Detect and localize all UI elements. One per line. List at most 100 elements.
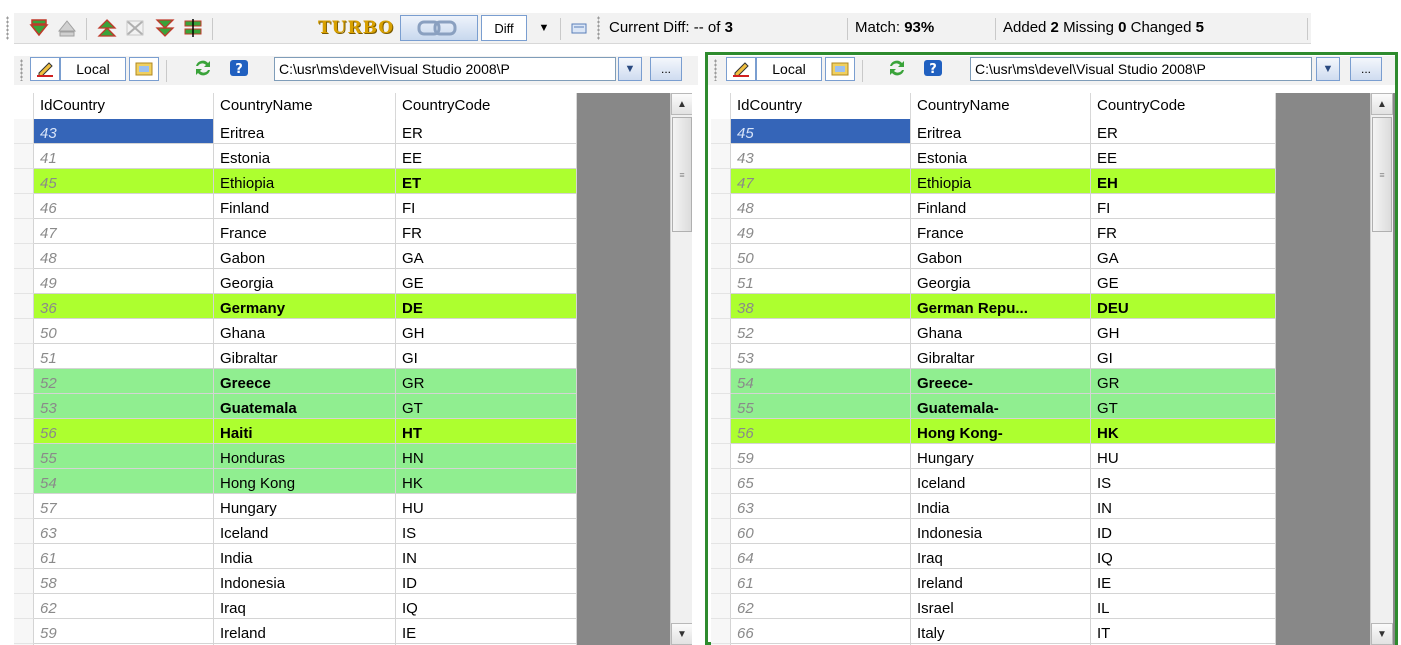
left-browse-button[interactable]: ...	[650, 57, 682, 81]
cell-id[interactable]: 57	[34, 494, 214, 519]
cell-code[interactable]: HU	[396, 494, 577, 519]
cell-name[interactable]: Gabon	[911, 244, 1091, 269]
cell-code[interactable]: HN	[396, 444, 577, 469]
table-row[interactable]: 54 Hong Kong HK	[14, 469, 577, 494]
prev-diff-icon[interactable]	[54, 17, 80, 39]
table-row[interactable]: 55 Guatemala- GT	[711, 394, 1276, 419]
row-header[interactable]	[711, 519, 731, 544]
table-row[interactable]: 63 Iceland IS	[14, 519, 577, 544]
cell-code[interactable]: IE	[1091, 569, 1276, 594]
cell-id[interactable]: 53	[731, 344, 911, 369]
cell-id[interactable]: 43	[34, 119, 214, 144]
cell-code[interactable]: GR	[1091, 369, 1276, 394]
cell-id[interactable]: 63	[34, 519, 214, 544]
cell-name[interactable]: Eritrea	[911, 119, 1091, 144]
left-folder-button[interactable]	[129, 57, 159, 81]
cell-code[interactable]: IQ	[396, 594, 577, 619]
row-header[interactable]	[711, 319, 731, 344]
left-pane-grip[interactable]	[20, 59, 23, 81]
left-path-field[interactable]: C:\usr\ms\devel\Visual Studio 2008\P	[274, 57, 616, 81]
scroll-down-icon[interactable]: ▼	[1371, 623, 1393, 645]
row-header[interactable]	[711, 194, 731, 219]
row-header[interactable]	[711, 369, 731, 394]
cell-name[interactable]: Iraq	[911, 544, 1091, 569]
cell-code[interactable]: IS	[1091, 469, 1276, 494]
row-header[interactable]	[14, 519, 34, 544]
cell-id[interactable]: 45	[731, 119, 911, 144]
row-header[interactable]	[14, 469, 34, 494]
cell-code[interactable]: GR	[396, 369, 577, 394]
table-row[interactable]: 46 Finland FI	[14, 194, 577, 219]
last-diff-icon[interactable]	[122, 17, 148, 39]
cell-name[interactable]: Germany	[214, 294, 396, 319]
table-row[interactable]: 60 Indonesia ID	[711, 519, 1276, 544]
cell-id[interactable]: 49	[731, 219, 911, 244]
cell-code[interactable]: IS	[396, 519, 577, 544]
column-header-countryname[interactable]: CountryName	[214, 93, 396, 119]
cell-name[interactable]: Hong Kong-	[911, 419, 1091, 444]
table-row[interactable]: 55 Honduras HN	[14, 444, 577, 469]
row-header[interactable]	[711, 344, 731, 369]
row-header[interactable]	[14, 169, 34, 194]
link-panes-button[interactable]	[400, 15, 478, 41]
cell-id[interactable]: 49	[34, 269, 214, 294]
cell-code[interactable]: IE	[396, 619, 577, 644]
row-header[interactable]	[711, 594, 731, 619]
row-header[interactable]	[711, 494, 731, 519]
cell-code[interactable]: FR	[396, 219, 577, 244]
cell-id[interactable]: 50	[34, 319, 214, 344]
cell-code[interactable]: ER	[1091, 119, 1276, 144]
table-row[interactable]: 63 India IN	[711, 494, 1276, 519]
table-row[interactable]: 50 Gabon GA	[711, 244, 1276, 269]
cell-code[interactable]: HT	[396, 419, 577, 444]
scroll-thumb[interactable]: ≡	[1372, 117, 1392, 232]
cell-code[interactable]: EE	[1091, 144, 1276, 169]
row-header[interactable]	[14, 569, 34, 594]
table-row[interactable]: 56 Hong Kong- HK	[711, 419, 1276, 444]
cell-name[interactable]: Haiti	[214, 419, 396, 444]
row-header[interactable]	[711, 269, 731, 294]
cell-id[interactable]: 59	[731, 444, 911, 469]
cell-id[interactable]: 48	[34, 244, 214, 269]
cell-id[interactable]: 51	[34, 344, 214, 369]
table-row[interactable]: 47 France FR	[14, 219, 577, 244]
table-row[interactable]: 57 Hungary HU	[14, 494, 577, 519]
cell-id[interactable]: 36	[34, 294, 214, 319]
row-header[interactable]	[14, 319, 34, 344]
cell-code[interactable]: EE	[396, 144, 577, 169]
cell-name[interactable]: Estonia	[214, 144, 396, 169]
cell-code[interactable]: GH	[396, 319, 577, 344]
cell-id[interactable]: 55	[731, 394, 911, 419]
cell-name[interactable]: Hungary	[911, 444, 1091, 469]
column-header-countrycode[interactable]: CountryCode	[1091, 93, 1276, 119]
cell-name[interactable]: Indonesia	[214, 569, 396, 594]
cell-name[interactable]: India	[911, 494, 1091, 519]
cell-name[interactable]: Ireland	[214, 619, 396, 644]
cell-id[interactable]: 54	[34, 469, 214, 494]
left-path-dropdown[interactable]: ▼	[618, 57, 642, 81]
cell-id[interactable]: 62	[34, 594, 214, 619]
table-row[interactable]: 51 Georgia GE	[711, 269, 1276, 294]
cell-id[interactable]: 50	[731, 244, 911, 269]
cell-id[interactable]: 56	[34, 419, 214, 444]
turbo-button[interactable]: TURBO	[318, 17, 393, 39]
cell-code[interactable]: GA	[1091, 244, 1276, 269]
cell-code[interactable]: GE	[396, 269, 577, 294]
cell-code[interactable]: IN	[1091, 494, 1276, 519]
next-change-icon[interactable]	[152, 17, 178, 39]
cell-name[interactable]: Finland	[214, 194, 396, 219]
cell-code[interactable]: DE	[396, 294, 577, 319]
cell-name[interactable]: Iceland	[214, 519, 396, 544]
cell-id[interactable]: 65	[731, 469, 911, 494]
cell-id[interactable]: 58	[34, 569, 214, 594]
cell-code[interactable]: GH	[1091, 319, 1276, 344]
row-header[interactable]	[711, 144, 731, 169]
cell-name[interactable]: Iraq	[214, 594, 396, 619]
cell-id[interactable]: 46	[34, 194, 214, 219]
table-row[interactable]: 59 Ireland IE	[14, 619, 577, 644]
cell-code[interactable]: IL	[1091, 594, 1276, 619]
left-edit-button[interactable]	[30, 57, 60, 81]
cell-code[interactable]: GI	[1091, 344, 1276, 369]
row-header[interactable]	[14, 269, 34, 294]
table-row[interactable]: 49 France FR	[711, 219, 1276, 244]
